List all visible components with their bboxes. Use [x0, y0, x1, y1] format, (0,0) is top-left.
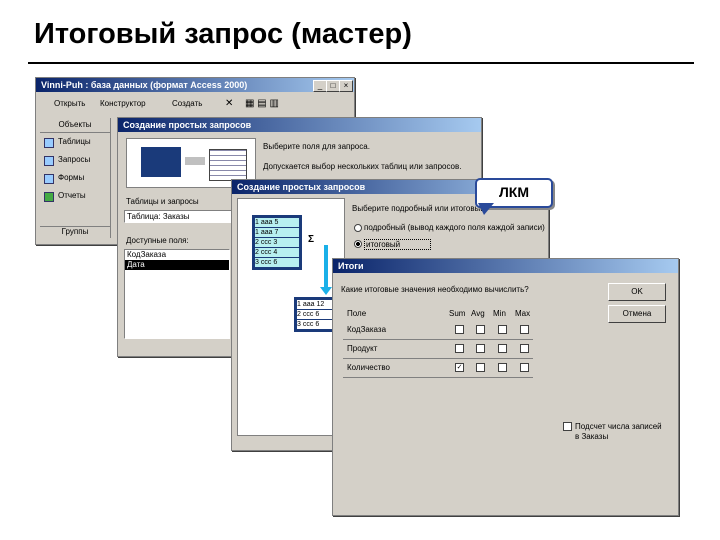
table-row: Продукт	[343, 340, 533, 359]
view-icons[interactable]: ▦ ▤ ▥	[245, 98, 279, 109]
col-sum-header: Sum	[449, 309, 466, 318]
field-item[interactable]: КодЗаказа	[125, 250, 229, 260]
ok-button[interactable]: OK	[608, 283, 666, 301]
result-row: 3 ccc 6	[297, 320, 335, 329]
result-row: 1 aaa 12	[297, 300, 335, 309]
checkbox-max[interactable]	[520, 344, 529, 353]
arrow-graphic-icon	[185, 157, 205, 165]
totals-title: Итоги	[338, 261, 364, 271]
form-icon	[44, 174, 54, 184]
checkbox-max[interactable]	[520, 325, 529, 334]
checkbox-min[interactable]	[498, 363, 507, 372]
objects-header: Объекты	[40, 118, 110, 133]
cancel-button[interactable]: Отмена	[608, 305, 666, 323]
wizard2-illustration: 1 aaa 5 1 aaa 7 2 ccc 3 2 ccc 4 3 ccc 6 …	[237, 198, 345, 436]
report-icon	[44, 192, 54, 202]
maximize-button[interactable]: □	[326, 80, 340, 92]
table-row: Количество ✓	[343, 359, 533, 378]
table-graphic-icon	[141, 147, 181, 177]
col-max-header: Max	[515, 309, 531, 318]
result-row: 2 ccc 6	[297, 310, 335, 319]
checkbox-sum[interactable]	[455, 325, 464, 334]
wizard1-titlebar: Создание простых запросов	[118, 118, 481, 132]
objects-sidebar: Объекты Таблицы Запросы Формы Отчеты Гру…	[40, 118, 111, 238]
delete-icon[interactable]: ✕	[225, 98, 233, 109]
close-button[interactable]: ×	[339, 80, 353, 92]
db-toolbar: Открыть Конструктор Создать ✕ ▦ ▤ ▥	[40, 96, 350, 112]
callout-pointer	[478, 203, 494, 215]
sidebar-item-tables[interactable]: Таблицы	[40, 133, 110, 151]
sample-row: 1 aaa 5	[255, 218, 299, 227]
sidebar-item-forms[interactable]: Формы	[40, 169, 110, 187]
grid-graphic-icon	[209, 149, 247, 181]
sample-row: 2 ccc 3	[255, 238, 299, 247]
sample-row: 3 ccc 6	[255, 258, 299, 267]
checkbox-avg[interactable]	[476, 344, 485, 353]
checkbox-min[interactable]	[498, 325, 507, 334]
query-icon	[44, 156, 54, 166]
row-field-name: КодЗаказа	[347, 325, 387, 334]
sample-row: 1 aaa 7	[255, 228, 299, 237]
checkbox-avg[interactable]	[476, 363, 485, 372]
col-avg-header: Avg	[471, 309, 485, 318]
radio-summary[interactable]	[354, 240, 362, 248]
radio-detail-label: подробный (вывод каждого поля каждой зап…	[364, 223, 545, 232]
checkbox-max[interactable]	[520, 363, 529, 372]
totals-question: Какие итоговые значения необходимо вычис…	[341, 285, 529, 294]
checkbox-sum-checked[interactable]: ✓	[455, 363, 464, 372]
sample-table: 1 aaa 5 1 aaa 7 2 ccc 3 2 ccc 4 3 ccc 6	[252, 215, 302, 270]
main-window-titlebar: Vinni-Puh : база данных (формат Access 2…	[36, 78, 354, 92]
main-window-title: Vinni-Puh : база данных (формат Access 2…	[41, 80, 248, 90]
design-button[interactable]: Конструктор	[100, 99, 146, 108]
wizard1-title: Создание простых запросов	[123, 120, 252, 130]
checkbox-sum[interactable]	[455, 344, 464, 353]
flow-arrow-icon	[324, 245, 328, 289]
minimize-button[interactable]: _	[313, 80, 327, 92]
checkbox-min[interactable]	[498, 344, 507, 353]
sample-row: 2 ccc 4	[255, 248, 299, 257]
radio-detail[interactable]	[354, 224, 362, 232]
create-button[interactable]: Создать	[172, 99, 202, 108]
available-fields-label: Доступные поля:	[126, 236, 189, 245]
wizard1-instruction2: Допускается выбор нескольких таблиц или …	[263, 162, 462, 171]
open-button[interactable]: Открыть	[54, 99, 85, 108]
wizard2-question: Выберите подробный или итоговый	[352, 204, 485, 213]
sidebar-item-reports[interactable]: Отчеты	[40, 187, 110, 205]
flow-arrowhead-icon	[320, 287, 332, 295]
totals-titlebar: Итоги	[333, 259, 678, 273]
table-row: КодЗаказа	[343, 321, 533, 340]
sum-symbol: Σ	[308, 234, 315, 245]
row-field-name: Продукт	[347, 344, 378, 353]
table-icon	[44, 138, 54, 148]
title-rule	[28, 62, 694, 64]
wizard2-title: Создание простых запросов	[237, 182, 366, 192]
count-records-label: Подсчет числа записей в Заказы	[575, 422, 662, 441]
count-records-checkbox[interactable]	[563, 422, 572, 431]
field-item-selected[interactable]: Дата	[125, 260, 229, 270]
slide-title: Итоговый запрос (мастер)	[34, 18, 412, 50]
groups-label[interactable]: Группы	[40, 226, 110, 236]
col-field-header: Поле	[347, 309, 367, 318]
tables-label: Таблицы и запросы	[126, 197, 199, 206]
col-min-header: Min	[493, 309, 506, 318]
tables-combo[interactable]: Таблица: Заказы	[124, 210, 232, 223]
row-field-name: Количество	[347, 363, 390, 372]
available-fields-list[interactable]: КодЗаказа Дата	[124, 249, 230, 339]
sidebar-item-queries[interactable]: Запросы	[40, 151, 110, 169]
totals-dialog: Итоги Какие итоговые значения необходимо…	[332, 258, 679, 516]
wizard1-instruction1: Выберите поля для запроса.	[263, 142, 370, 151]
radio-summary-label: итоговый	[364, 239, 432, 250]
checkbox-avg[interactable]	[476, 325, 485, 334]
